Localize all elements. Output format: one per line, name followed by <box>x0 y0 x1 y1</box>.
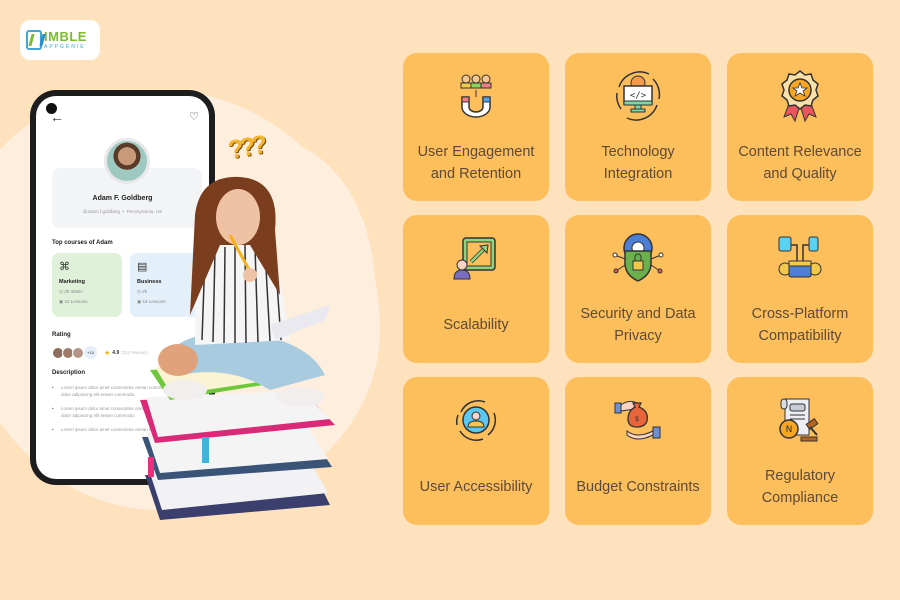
feature-card-cross-platform: Cross-Platform Compatibility <box>727 215 873 363</box>
rating-title: Rating <box>52 332 71 338</box>
magnet-users-icon <box>446 67 506 125</box>
card-label: Security and Data Privacy <box>580 306 696 344</box>
logo-subtext: APPGENIE <box>44 44 86 50</box>
course-card-marketing[interactable]: ⌘ Marketing ◷ 3h 30Min ▣ 22 Lessons <box>52 253 122 317</box>
course-duration: ◷ 3h 30Min <box>59 289 83 294</box>
card-label: User Accessibility <box>419 479 533 495</box>
network-icon: ⌘ <box>59 261 70 273</box>
award-badge-icon <box>770 67 830 125</box>
card-label: Content Relevance and Quality <box>738 144 862 182</box>
student-on-books-illustration <box>140 176 335 520</box>
logo-mark-icon <box>26 30 42 50</box>
book-stack-icon <box>140 358 335 520</box>
card-label: User Engagement and Retention <box>417 144 535 182</box>
feature-card-budget: $ Budget Constraints <box>565 377 711 525</box>
card-label: Scalability <box>443 317 509 333</box>
logo-wordmark: IMBLE <box>44 29 87 44</box>
card-label: Cross-Platform Compatibility <box>751 306 849 344</box>
svg-text:</>: </> <box>630 91 647 101</box>
svg-text:N: N <box>786 425 793 435</box>
star-icon: ★ <box>104 349 111 357</box>
description-title: Description <box>52 370 86 376</box>
course-lessons: ▣ 22 Lessons <box>59 299 88 304</box>
feature-card-security: Security and Data Privacy <box>565 215 711 363</box>
card-label: Regulatory Compliance <box>761 468 839 506</box>
rating-score: 4.9 <box>112 349 120 356</box>
devices-sync-icon <box>770 229 830 287</box>
card-label: Budget Constraints <box>576 479 700 495</box>
course-title: Marketing <box>59 279 85 285</box>
svg-text:$: $ <box>635 415 639 423</box>
user-cycle-icon <box>446 391 506 449</box>
feature-grid: User Engagement and Retention </> Techno… <box>403 53 873 525</box>
card-label: Technology Integration <box>601 144 675 182</box>
feature-card-regulatory: N Regulatory Compliance <box>727 377 873 525</box>
brand-logo: IMBLE APPGENIE <box>20 20 100 60</box>
code-monitor-icon: </> <box>608 67 668 125</box>
feature-card-scalability: Scalability <box>403 215 549 363</box>
more-reviewers-badge: +15 <box>84 346 97 359</box>
profile-handle: @adam.f.goldberg <box>82 209 120 214</box>
courses-title: Top courses of Adam <box>52 240 113 246</box>
feature-card-content-relevance: Content Relevance and Quality <box>727 53 873 201</box>
meta-separator: • <box>122 209 125 214</box>
money-bag-icon: $ <box>608 391 668 449</box>
feature-card-user-engagement: User Engagement and Retention <box>403 53 549 201</box>
shield-lock-icon <box>608 229 668 287</box>
rating-row: +15 ★ 4.9 (112 reviews) <box>52 346 148 359</box>
reviewer-avatar <box>72 346 84 359</box>
feature-card-technology-integration: </> Technology Integration <box>565 53 711 201</box>
heart-icon[interactable]: ♡ <box>189 110 199 123</box>
growth-chart-icon <box>446 229 506 287</box>
back-arrow-icon[interactable]: ← <box>50 109 64 125</box>
gavel-document-icon: N <box>770 391 830 449</box>
feature-card-user-accessibility: User Accessibility <box>403 377 549 525</box>
question-marks-icon: ??? <box>225 129 266 165</box>
